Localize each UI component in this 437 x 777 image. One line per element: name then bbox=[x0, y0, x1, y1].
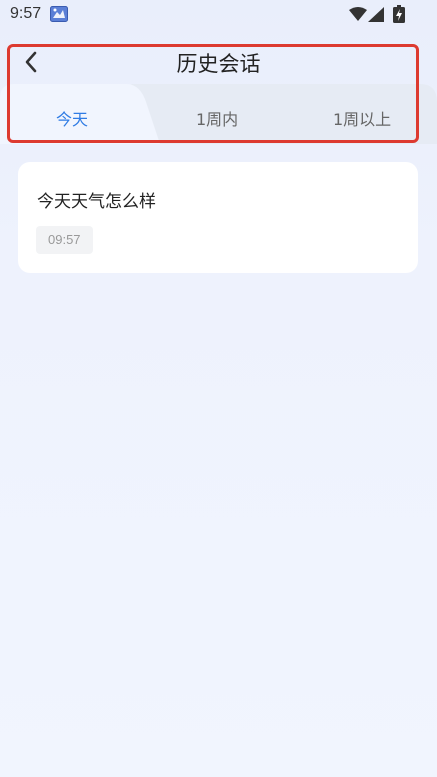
tab-today[interactable]: 今天 bbox=[56, 106, 88, 130]
page-title: 历史会话 bbox=[176, 52, 261, 76]
wifi-icon bbox=[349, 7, 367, 21]
tab-over-week[interactable]: 1周以上 bbox=[333, 106, 391, 130]
conversation-title: 今天天气怎么样 bbox=[37, 192, 156, 212]
app-notification-icon bbox=[50, 6, 68, 22]
conversation-time-badge: 09:57 bbox=[36, 226, 93, 254]
status-time: 9:57 bbox=[10, 5, 42, 22]
signal-icon bbox=[368, 7, 384, 22]
tab-within-week[interactable]: 1周内 bbox=[196, 106, 238, 130]
battery-icon bbox=[393, 5, 405, 23]
conversation-item[interactable]: 今天天气怎么样 09:57 bbox=[18, 162, 418, 273]
tab-bar: 今天 1周内 1周以上 bbox=[0, 84, 437, 144]
header: 历史会话 bbox=[0, 40, 437, 84]
status-bar: 9:57 bbox=[0, 0, 437, 30]
